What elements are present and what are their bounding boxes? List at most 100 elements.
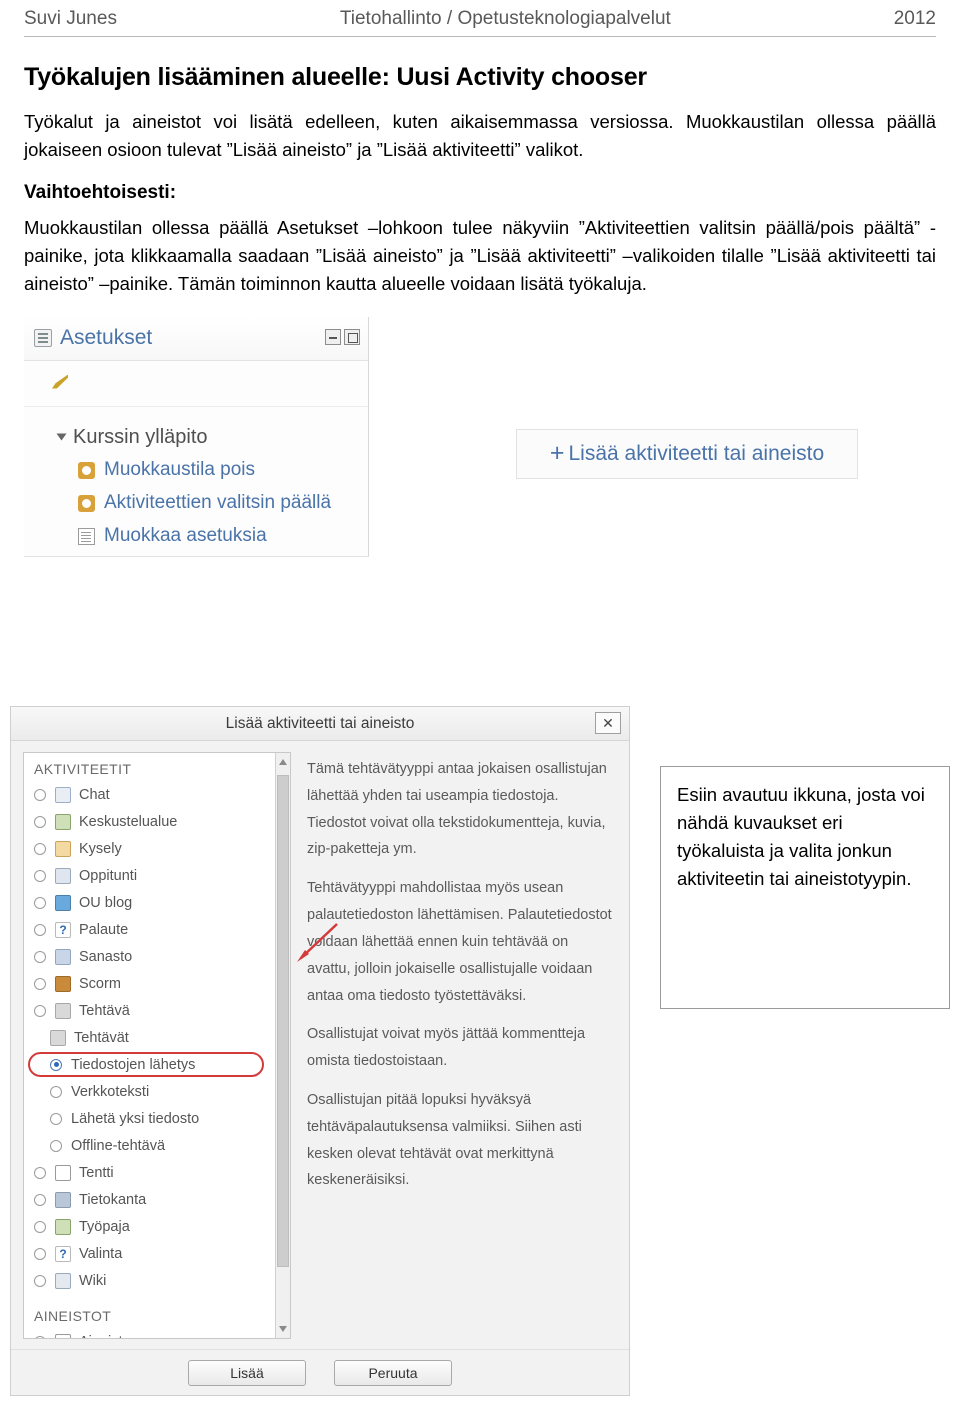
radio-icon[interactable]	[50, 1085, 62, 1098]
assignments-icon	[50, 1029, 66, 1046]
description-paragraph: Osallistujat voivat myös jättää kommentt…	[307, 1026, 586, 1070]
radio-icon[interactable]	[34, 1274, 46, 1287]
list-item[interactable]: Wiki	[24, 1267, 290, 1294]
list-item[interactable]: ? Valinta	[24, 1240, 290, 1267]
radio-icon[interactable]	[50, 1112, 62, 1125]
activity-chooser-dialog: Lisää aktiviteetti tai aineisto ✕ AKTIVI…	[10, 706, 630, 1396]
scrollbar-thumb[interactable]	[277, 775, 289, 1267]
radio-icon[interactable]	[34, 1335, 46, 1338]
header-author: Suvi Junes	[24, 8, 117, 29]
assignment-icon	[55, 1002, 71, 1019]
scorm-icon	[55, 975, 71, 992]
list-item[interactable]: Chat	[24, 781, 290, 808]
list-scrollbar[interactable]	[275, 753, 290, 1338]
option-label: Verkkoteksti	[71, 1083, 150, 1100]
choice-icon: ?	[55, 1245, 71, 1262]
scroll-up-icon[interactable]	[279, 759, 287, 765]
tree-item-valitsin[interactable]: Aktiviteettien valitsin päällä	[78, 487, 368, 520]
edit-pencil-row	[24, 361, 368, 407]
radio-icon[interactable]	[34, 842, 46, 855]
radio-icon[interactable]	[34, 1004, 46, 1017]
paragraph-lead: Vaihtoehtoisesti:	[24, 182, 177, 204]
list-item[interactable]: Offline-tehtävä	[24, 1132, 290, 1159]
group-label-resources: AINEISTOT	[34, 1308, 112, 1324]
list-item[interactable]: Oppitunti	[24, 862, 290, 889]
pencil-icon[interactable]	[52, 374, 68, 389]
list-item[interactable]: Aineisto	[24, 1328, 290, 1338]
survey-icon	[55, 840, 71, 857]
option-label: Kysely	[79, 840, 122, 857]
option-label: Oppitunti	[79, 867, 138, 884]
list-item[interactable]: Tehtävät	[24, 1024, 290, 1051]
list-item[interactable]: Työpaja	[24, 1213, 290, 1240]
list-item[interactable]: Sanasto	[24, 943, 290, 970]
plus-icon: +	[549, 439, 565, 468]
add-button[interactable]: Lisää	[188, 1359, 306, 1386]
radio-icon[interactable]	[50, 1139, 62, 1152]
radio-icon[interactable]	[34, 1193, 46, 1206]
radio-icon[interactable]	[34, 869, 46, 882]
radio-icon[interactable]	[34, 815, 46, 828]
dialog-title-label: Lisää aktiviteetti tai aineisto	[225, 714, 415, 732]
database-icon	[55, 1191, 71, 1208]
description-paragraph: Osallistujan pitää lopuksi hyväksyä teht…	[307, 1091, 582, 1189]
radio-icon[interactable]	[34, 923, 46, 936]
tree-item-asetukset[interactable]: Muokkaa asetuksia	[78, 520, 368, 553]
quiz-icon	[55, 1164, 71, 1181]
chooser-description: Tämä tehtävätyyppi antaa jokaisen osalli…	[291, 742, 629, 1349]
cancel-button[interactable]: Peruuta	[334, 1359, 452, 1386]
dialog-body: AKTIVITEETIT Chat Keskustelualue Kysely …	[11, 742, 629, 1349]
gear-icon	[78, 461, 95, 479]
resource-icon	[55, 1333, 71, 1338]
asetukset-panel: Asetukset Kurssin ylläpito Muokkaustila	[24, 316, 369, 557]
dock-icon[interactable]	[344, 328, 360, 345]
list-item[interactable]: Keskustelualue	[24, 808, 290, 835]
group-label-activities: AKTIVITEETIT	[34, 761, 132, 777]
glossary-icon	[55, 948, 71, 965]
option-label: Palaute	[79, 921, 129, 938]
selection-highlight	[28, 1052, 264, 1077]
chat-icon	[55, 786, 71, 803]
chooser-option-list[interactable]: AKTIVITEETIT Chat Keskustelualue Kysely …	[23, 752, 291, 1339]
radio-icon[interactable]	[34, 896, 46, 909]
description-paragraph: Tämä tehtävätyyppi antaa jokaisen osalli…	[307, 761, 607, 858]
document-icon	[78, 527, 95, 545]
tree-root-row[interactable]: Kurssin ylläpito	[56, 421, 368, 454]
page-header: Suvi Junes Tietohallinto / Opetusteknolo…	[24, 0, 936, 37]
scroll-down-icon[interactable]	[279, 1326, 287, 1332]
gear-icon	[78, 494, 95, 512]
list-item[interactable]: ? Palaute	[24, 916, 290, 943]
radio-icon[interactable]	[34, 1166, 46, 1179]
list-item[interactable]: Kysely	[24, 835, 290, 862]
close-icon[interactable]: ✕	[595, 712, 621, 734]
option-label: Sanasto	[79, 948, 133, 965]
block-window-buttons[interactable]	[325, 328, 360, 345]
header-org: Tietohallinto / Opetusteknologiapalvelut	[339, 8, 671, 29]
option-label: Keskustelualue	[79, 813, 178, 830]
add-activity-or-resource-button[interactable]: + Lisää aktiviteetti tai aineisto	[516, 428, 858, 479]
minimize-icon[interactable]	[325, 328, 341, 345]
radio-icon[interactable]	[50, 1058, 62, 1071]
list-item[interactable]: Scorm	[24, 970, 290, 997]
tree-item-label: Muokkaustila pois	[104, 459, 256, 481]
radio-icon[interactable]	[34, 1220, 46, 1233]
option-label: Wiki	[79, 1272, 107, 1289]
radio-icon[interactable]	[34, 788, 46, 801]
tree-item-muokkaustila[interactable]: Muokkaustila pois	[78, 454, 368, 487]
list-item-selected[interactable]: Tiedostojen lähetys	[24, 1051, 290, 1078]
tree-root-label: Kurssin ylläpito	[73, 425, 208, 448]
list-item[interactable]: Tehtävä	[24, 997, 290, 1024]
option-label: Tietokanta	[79, 1191, 147, 1208]
radio-icon[interactable]	[34, 977, 46, 990]
radio-icon[interactable]	[34, 1247, 46, 1260]
list-item[interactable]: Lähetä yksi tiedosto	[24, 1105, 290, 1132]
option-label: Valinta	[79, 1245, 123, 1262]
list-item[interactable]: Tentti	[24, 1159, 290, 1186]
list-item[interactable]: OU blog	[24, 889, 290, 916]
radio-icon[interactable]	[34, 950, 46, 963]
list-item[interactable]: Tietokanta	[24, 1186, 290, 1213]
option-label: Lähetä yksi tiedosto	[71, 1110, 200, 1127]
chevron-down-icon[interactable]	[56, 433, 67, 441]
header-year: 2012	[893, 8, 936, 29]
list-item[interactable]: Verkkoteksti	[24, 1078, 290, 1105]
